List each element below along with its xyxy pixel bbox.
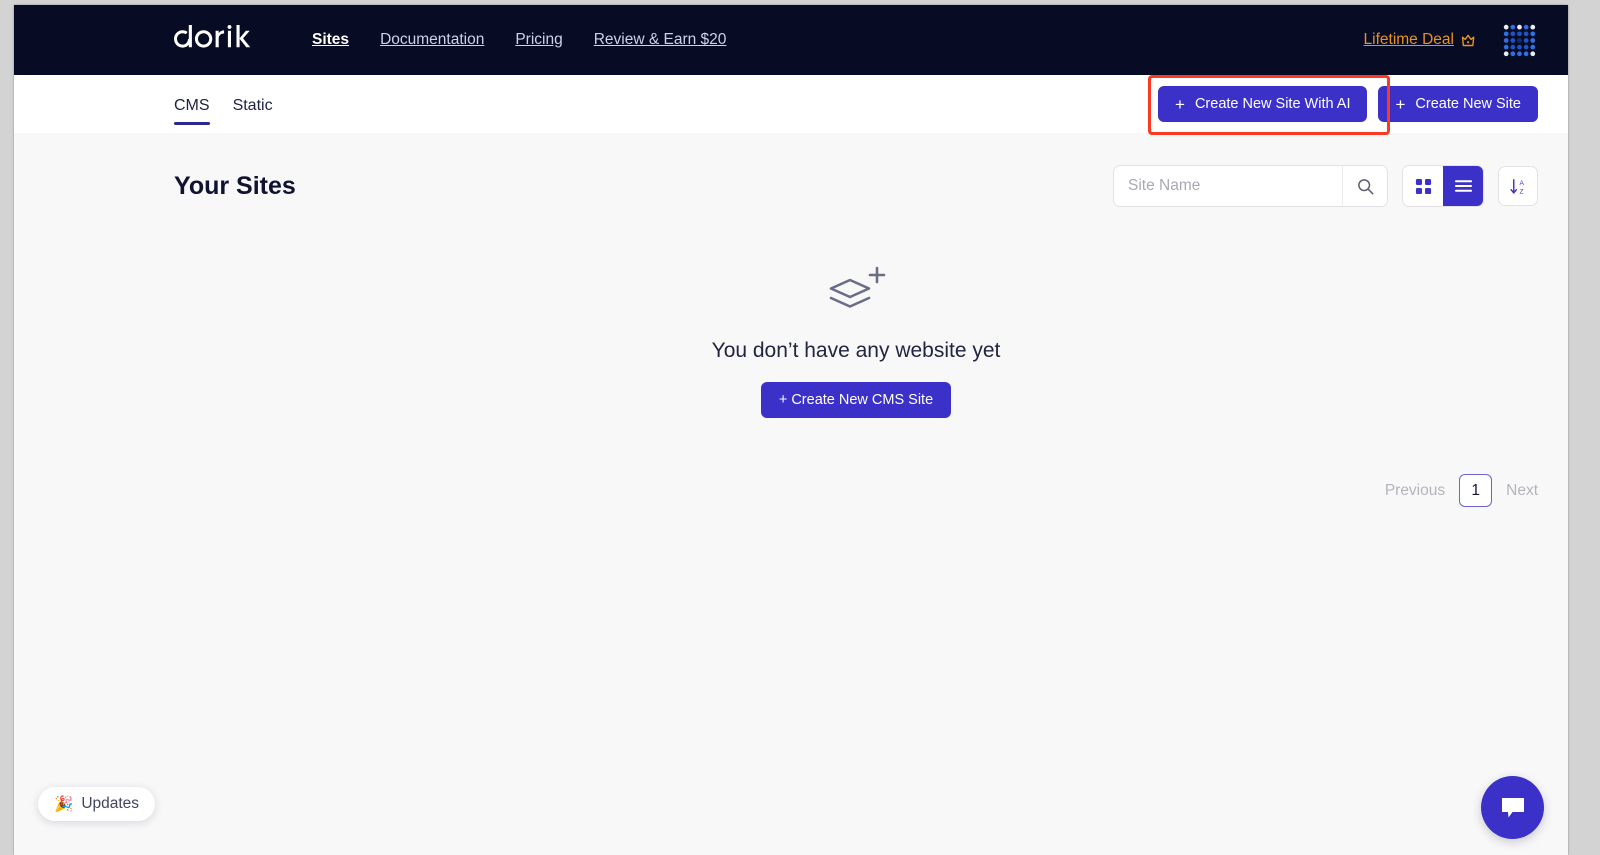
pagination-next[interactable]: Next: [1506, 482, 1538, 500]
updates-label: Updates: [81, 795, 140, 812]
header-tools: A Z: [1113, 165, 1538, 207]
pagination-page-1[interactable]: 1: [1459, 474, 1493, 507]
search-input[interactable]: [1114, 166, 1342, 206]
create-new-site-button[interactable]: + Create New Site: [1378, 86, 1538, 122]
create-new-site-label: Create New Site: [1415, 96, 1521, 112]
empty-state-message: You don’t have any website yet: [711, 339, 1001, 362]
tab-cms[interactable]: CMS: [174, 73, 210, 135]
lifetime-deal-link[interactable]: Lifetime Deal: [1364, 31, 1478, 49]
crown-icon: [1461, 34, 1475, 46]
layers-plus-icon: [829, 266, 886, 308]
svg-text:A: A: [1519, 180, 1524, 187]
browser-viewport: Sites Documentation Pricing Review & Ear…: [14, 5, 1568, 855]
tabbar-actions: + Create New Site With AI + Create New S…: [1148, 75, 1538, 135]
plus-icon: +: [1395, 94, 1406, 114]
lifetime-deal-label: Lifetime Deal: [1363, 31, 1454, 48]
dorik-logo[interactable]: [174, 25, 260, 55]
nav-links: Sites Documentation Pricing Review & Ear…: [312, 31, 726, 49]
updates-widget[interactable]: 🎉 Updates: [38, 787, 156, 821]
search-box: [1113, 165, 1388, 207]
grid-view-icon: [1415, 178, 1431, 194]
nav-link-review-earn[interactable]: Review & Earn $20: [594, 31, 727, 49]
view-toggle-group: [1402, 165, 1484, 207]
identicon-avatar[interactable]: [1500, 21, 1538, 59]
screenshot-root: Sites Documentation Pricing Review & Ear…: [0, 0, 1600, 855]
sort-az-icon: A Z: [1509, 178, 1524, 195]
nav-link-documentation[interactable]: Documentation: [380, 31, 484, 49]
main-content: Your Sites Site Name A Z You don’t have …: [14, 133, 1568, 507]
create-new-site-with-ai-label: Create New Site With AI: [1194, 96, 1351, 112]
navbar-right: Lifetime Deal: [1364, 21, 1538, 59]
create-new-site-with-ai-button[interactable]: + Create New Site With AI: [1158, 86, 1368, 122]
svg-text:Z: Z: [1519, 188, 1523, 195]
search-button[interactable]: [1342, 166, 1387, 206]
site-type-tabs: CMS Static: [174, 75, 273, 133]
page-title: Your Sites: [174, 171, 296, 200]
list-view-icon: [1454, 180, 1472, 192]
pagination-previous[interactable]: Previous: [1385, 482, 1445, 500]
create-new-cms-site-button[interactable]: + Create New CMS Site: [760, 382, 952, 418]
grid-view-button[interactable]: [1403, 166, 1443, 206]
main-header: Your Sites Site Name A Z: [174, 133, 1538, 207]
search-icon: [1357, 178, 1373, 194]
list-view-button[interactable]: [1443, 166, 1483, 206]
plus-icon: +: [1175, 94, 1185, 114]
nav-link-sites[interactable]: Sites: [312, 31, 349, 49]
pagination: Previous 1 Next: [174, 474, 1538, 507]
nav-link-pricing[interactable]: Pricing: [515, 31, 562, 49]
tab-bar: CMS Static + Create New Site With AI + C…: [14, 75, 1568, 135]
sort-button[interactable]: A Z: [1498, 166, 1538, 206]
tab-static[interactable]: Static: [233, 73, 273, 135]
dorik-wordmark-icon: [174, 25, 251, 48]
party-popper-icon: 🎉: [54, 795, 74, 813]
chat-bubble-icon: [1501, 797, 1524, 817]
chat-support-button[interactable]: [1481, 776, 1544, 839]
empty-state: You don’t have any website yet + Create …: [174, 263, 1538, 418]
top-navbar: Sites Documentation Pricing Review & Ear…: [14, 5, 1568, 75]
